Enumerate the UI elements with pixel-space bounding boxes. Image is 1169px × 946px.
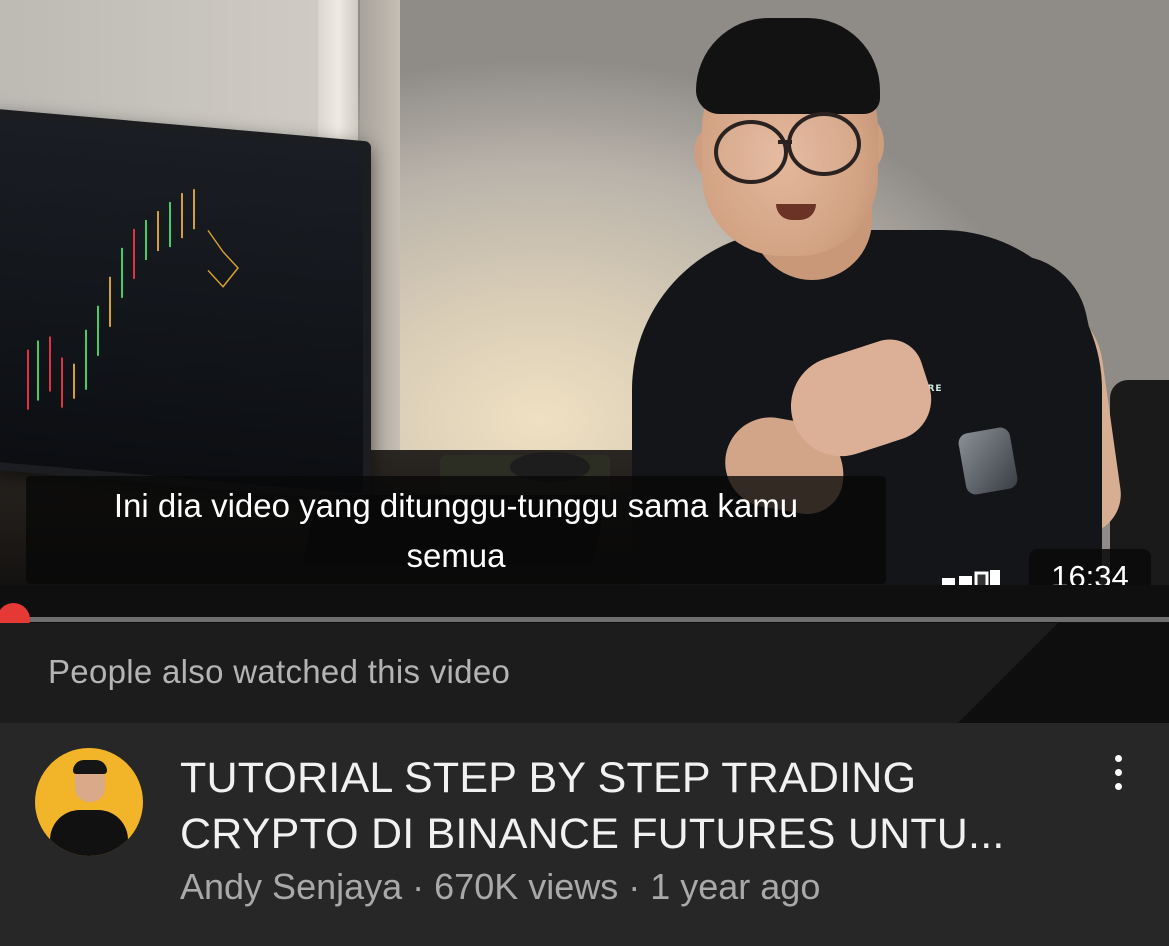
caption-line: Ini dia video yang ditunggu-tunggu sama … <box>113 487 799 524</box>
video-title-line: TUTORIAL STEP BY STEP TRADING <box>180 754 917 802</box>
glasses-lens <box>787 112 861 176</box>
signal-strength-icon <box>942 570 1000 585</box>
trading-chart-graphic <box>27 189 239 410</box>
channel-avatar[interactable] <box>35 748 143 856</box>
glasses-lens <box>714 120 788 184</box>
video-metadata: Andy Senjaya · 670K views · 1 year ago <box>180 866 821 907</box>
related-banner-text: People also watched this video <box>48 653 511 690</box>
video-player[interactable]: TURE Ini dia video yang ditunggu-tunggu … <box>0 0 1169 585</box>
glasses-bridge <box>778 140 792 144</box>
monitor <box>0 108 371 503</box>
wristwatch <box>957 425 1019 497</box>
video-title-line: CRYPTO DI BINANCE FUTURES UNTU... <box>180 810 1005 858</box>
video-duration: 16:34 <box>1029 549 1151 585</box>
caption-line: semua <box>406 537 506 574</box>
person-hair <box>696 18 880 114</box>
subtitle-caption: Ini dia video yang ditunggu-tunggu sama … <box>26 476 886 584</box>
progress-track[interactable] <box>0 617 1169 622</box>
more-vert-icon[interactable] <box>1098 755 1138 799</box>
video-title[interactable]: TUTORIAL STEP BY STEP TRADING CRYPTO DI … <box>180 750 1080 862</box>
